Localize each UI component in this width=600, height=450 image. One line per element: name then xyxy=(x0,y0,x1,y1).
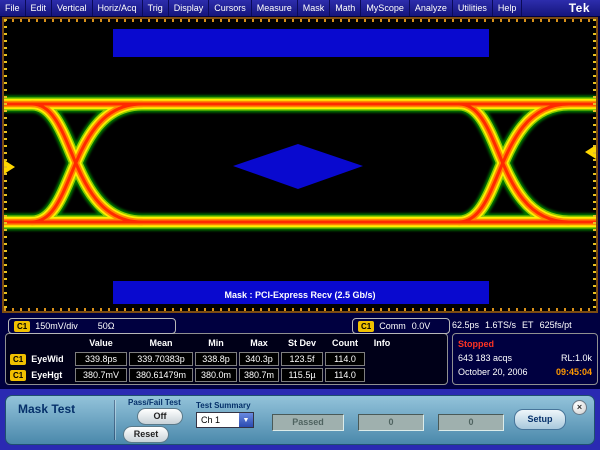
trigger-source-badge: C1 xyxy=(358,321,374,332)
acquisition-state: Stopped xyxy=(458,337,494,351)
menu-help[interactable]: Help xyxy=(493,0,523,16)
record-length: RL:1.0k xyxy=(561,351,592,365)
header-info: Info xyxy=(366,338,398,348)
panel-divider xyxy=(114,400,116,440)
sample-rate-value: 1.6TS/s xyxy=(485,320,516,330)
measurement-table: Value Mean Min Max St Dev Count Info C1 … xyxy=(5,333,448,385)
row1-mean: 339.70383p xyxy=(129,352,193,366)
pass-fail-test-label: Pass/Fail Test xyxy=(128,398,181,407)
acquisition-status-box: Stopped 643 183 acqs RL:1.0k October 20,… xyxy=(452,333,598,385)
channel1-impedance: 50Ω xyxy=(98,321,115,331)
menu-file[interactable]: File xyxy=(0,0,26,16)
panel-title: Mask Test xyxy=(18,402,75,416)
menu-display[interactable]: Display xyxy=(169,0,210,16)
row2-stdev: 115.5µ xyxy=(281,368,323,382)
row1-measure-name: EyeWid xyxy=(31,354,63,364)
header-value: Value xyxy=(74,338,128,348)
measurement-row-name: C1 EyeHgt xyxy=(8,370,74,381)
menu-utilities[interactable]: Utilities xyxy=(453,0,493,16)
off-button[interactable]: Off xyxy=(137,408,183,425)
mask-region-center-diamond xyxy=(233,144,363,189)
row1-max: 340.3p xyxy=(239,352,279,366)
row2-info xyxy=(367,369,397,381)
channel1-scale: 150mV/div xyxy=(35,321,78,331)
horizontal-readout: 62.5ps 1.6TS/s ET 625fs/pt xyxy=(452,320,598,330)
measurement-row-name: C1 EyeWid xyxy=(8,354,74,365)
menu-bar: File Edit Vertical Horiz/Acq Trig Displa… xyxy=(0,0,600,16)
row1-info xyxy=(367,353,397,365)
date-display: October 20, 2006 xyxy=(458,365,528,379)
mask-region-top xyxy=(113,29,489,57)
trigger-level: 0.0V xyxy=(412,321,431,331)
samples-count-display: 0 xyxy=(438,414,504,431)
trigger-readout[interactable]: C1 Comm 0.0V xyxy=(352,318,450,334)
row2-channel-badge: C1 xyxy=(10,370,26,381)
mask-name-label: Mask : PCI-Express Recv (2.5 Gb/s) xyxy=(4,290,596,300)
graticule-ticks-right xyxy=(593,19,596,311)
menu-math[interactable]: Math xyxy=(330,0,361,16)
test-summary-label: Test Summary xyxy=(196,401,251,410)
header-count: Count xyxy=(324,338,366,348)
graticule-ticks-bottom xyxy=(4,308,596,311)
menu-cursors[interactable]: Cursors xyxy=(209,0,252,16)
acquisition-mode: ET xyxy=(522,320,534,330)
menu-trig[interactable]: Trig xyxy=(143,0,169,16)
menu-edit[interactable]: Edit xyxy=(26,0,53,16)
test-result-display: Passed xyxy=(272,414,344,431)
graticule-ticks-left xyxy=(4,19,7,311)
setup-button[interactable]: Setup xyxy=(514,409,566,430)
chevron-down-icon[interactable]: ▼ xyxy=(239,413,253,427)
menu-horiz-acq[interactable]: Horiz/Acq xyxy=(93,0,143,16)
menu-analyze[interactable]: Analyze xyxy=(410,0,453,16)
channel-selected-value: Ch 1 xyxy=(197,415,239,425)
menu-vertical[interactable]: Vertical xyxy=(52,0,93,16)
menu-measure[interactable]: Measure xyxy=(252,0,298,16)
row2-max: 380.7m xyxy=(239,368,279,382)
tek-logo: Tek xyxy=(569,1,590,15)
row2-value: 380.7mV xyxy=(75,368,127,382)
resolution-value: 625fs/pt xyxy=(540,320,572,330)
close-icon[interactable]: × xyxy=(572,400,587,415)
row1-min: 338.8p xyxy=(195,352,237,366)
row1-count: 114.0 xyxy=(325,352,365,366)
header-max: Max xyxy=(238,338,280,348)
header-min: Min xyxy=(194,338,238,348)
menu-myscope[interactable]: MyScope xyxy=(361,0,410,16)
mask-test-panel: Mask Test Pass/Fail Test Off Reset Test … xyxy=(5,395,595,445)
channel1-readout[interactable]: C1 150mV/div 50Ω xyxy=(8,318,176,334)
trigger-coupling: Comm xyxy=(379,321,406,331)
header-stdev: St Dev xyxy=(280,338,324,348)
graticule-ticks-top xyxy=(4,19,596,22)
row2-mean: 380.61479m xyxy=(129,368,193,382)
reset-button[interactable]: Reset xyxy=(123,426,169,443)
row1-stdev: 123.5f xyxy=(281,352,323,366)
eye-diagram xyxy=(4,19,596,311)
row2-measure-name: EyeHgt xyxy=(31,370,62,380)
row1-value: 339.8ps xyxy=(75,352,127,366)
waveform-display: Mask : PCI-Express Recv (2.5 Gb/s) xyxy=(2,17,598,313)
channel1-badge: C1 xyxy=(14,321,30,332)
failures-count-display: 0 xyxy=(358,414,424,431)
row2-min: 380.0m xyxy=(195,368,237,382)
channel-select-dropdown[interactable]: Ch 1 ▼ xyxy=(196,412,254,428)
row2-count: 114.0 xyxy=(325,368,365,382)
time-display: 09:45:04 xyxy=(556,365,592,379)
menu-mask[interactable]: Mask xyxy=(298,0,331,16)
timebase-value: 62.5ps xyxy=(452,320,479,330)
header-mean: Mean xyxy=(128,338,194,348)
row1-channel-badge: C1 xyxy=(10,354,26,365)
acquisition-count: 643 183 acqs xyxy=(458,351,512,365)
